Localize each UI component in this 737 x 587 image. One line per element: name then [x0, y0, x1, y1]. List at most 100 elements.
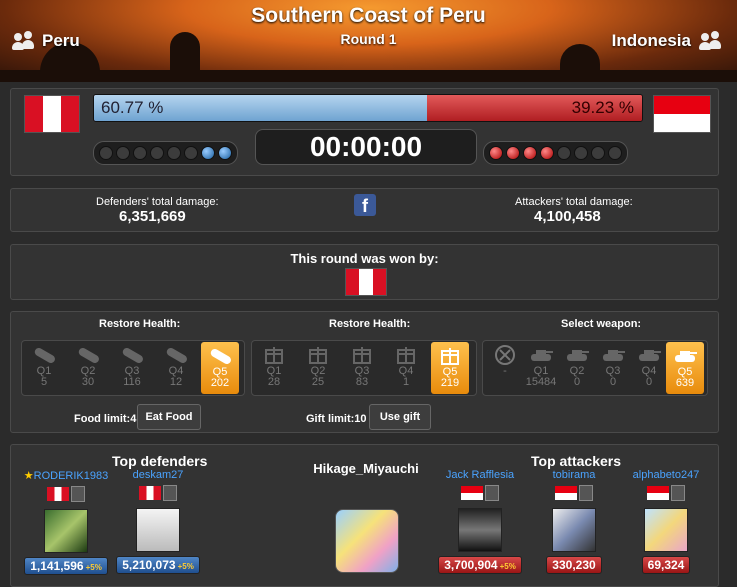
attackers-damage-value: 4,100,458 [534, 208, 601, 225]
item-count: 83 [355, 376, 369, 388]
peru-flag [47, 486, 69, 501]
attacker-card-2[interactable]: tobirama 330,230 [529, 469, 619, 574]
item-count: 28 [267, 376, 281, 388]
tank-icon [635, 344, 663, 364]
defender-card-1[interactable]: ★RODERIK1983 1,141,596 +5% [21, 469, 111, 575]
bread-icon [74, 344, 102, 364]
item-count: 639 [675, 377, 695, 389]
restore-food-title: Restore Health: [99, 318, 181, 330]
battle-header: Southern Coast of Peru Round 1 Peru Indo… [0, 0, 737, 82]
gift-item[interactable]: Q5 219 [431, 342, 469, 394]
round-dot [540, 146, 554, 160]
fighter-name[interactable]: tobirama [553, 469, 596, 481]
weapon-item[interactable]: - [486, 341, 524, 395]
round-dot [201, 146, 215, 160]
avatar[interactable] [136, 508, 180, 552]
round-dot [591, 146, 605, 160]
defenders-damage-label: Defenders' total damage: [96, 196, 219, 208]
gift-icon [260, 344, 288, 364]
attacker-card-3[interactable]: alphabeto247 69,324 [621, 469, 711, 574]
weapon-item[interactable]: Q4 0 [630, 341, 668, 395]
rank-icon [671, 484, 685, 501]
restore-gift-title: Restore Health: [329, 318, 411, 330]
item-count: 202 [210, 377, 230, 389]
food-item[interactable]: Q5 202 [201, 342, 239, 394]
battle-title: Southern Coast of Peru [251, 4, 486, 27]
round-winner-text: This round was won by: [290, 251, 439, 266]
fighter-name[interactable]: RODERIK1983 [34, 470, 109, 482]
avatar[interactable] [644, 508, 688, 552]
item-count: 5 [40, 376, 48, 388]
round-dot [523, 146, 537, 160]
attacker-card-1[interactable]: Jack Rafflesia 3,700,904 +5% [435, 469, 525, 574]
damage-value: 3,700,904 [444, 558, 498, 572]
weapon-item[interactable]: Q1 15484 [522, 341, 560, 395]
rank-icon [163, 484, 177, 501]
gift-selector: Q1 28 Q2 25 Q3 83 Q4 1 Q5 219 [251, 340, 477, 396]
tank-icon [527, 344, 555, 364]
gift-icon [348, 344, 376, 364]
fighter-damage: 5,210,073 +5% [116, 556, 200, 574]
fighter-name[interactable]: Jack Rafflesia [446, 469, 514, 481]
indonesia-flag [555, 485, 577, 500]
top-defenders-title: Top defenders [112, 453, 208, 469]
gift-item[interactable]: Q1 28 [255, 341, 293, 395]
fighter-name[interactable]: alphabeto247 [633, 469, 700, 481]
eat-food-button[interactable]: Eat Food [137, 404, 201, 430]
attacker-country[interactable]: Indonesia [612, 31, 721, 51]
player-name[interactable]: Hikage_Miyauchi [301, 461, 431, 476]
use-gift-button[interactable]: Use gift [369, 404, 431, 430]
bread-icon [30, 344, 58, 364]
fighter-damage: 69,324 [641, 556, 691, 574]
indonesia-flag [647, 485, 669, 500]
avatar[interactable] [552, 508, 596, 552]
food-item[interactable]: Q4 12 [157, 341, 195, 395]
item-count: 0 [609, 376, 617, 388]
round-dot [150, 146, 164, 160]
defender-country[interactable]: Peru [12, 31, 80, 51]
item-count: 12 [169, 376, 183, 388]
food-item[interactable]: Q3 116 [113, 341, 151, 395]
attacker-percent: 39.23 % [571, 98, 634, 117]
avatar[interactable] [44, 509, 88, 553]
bonus-badge: +5% [499, 562, 516, 571]
defender-percent: 60.77 % [101, 98, 164, 117]
domination-panel: 60.77 % 39.23 % 00:00:00 [10, 88, 719, 176]
rank-icon [71, 485, 85, 502]
rank-icon [485, 484, 499, 501]
damage-value: 5,210,073 [122, 558, 176, 572]
gift-limit: Gift limit:10 [306, 413, 367, 425]
domination-bar: 60.77 % 39.23 % [93, 94, 643, 122]
fighter-damage: 3,700,904 +5% [438, 556, 522, 574]
avatar[interactable] [458, 508, 502, 552]
bonus-badge: +5% [85, 563, 102, 572]
facebook-icon[interactable]: f [354, 194, 376, 216]
damage-value: 1,141,596 [30, 559, 84, 573]
damage-value: 69,324 [647, 558, 685, 572]
player-avatar[interactable] [335, 509, 399, 573]
food-item[interactable]: Q1 5 [25, 341, 63, 395]
weapon-item[interactable]: Q5 639 [666, 342, 704, 394]
weapon-item[interactable]: Q3 0 [594, 341, 632, 395]
round-dot [218, 146, 232, 160]
round-dot [557, 146, 571, 160]
peru-flag [139, 485, 161, 500]
food-item[interactable]: Q2 30 [69, 341, 107, 395]
bread-icon [118, 344, 146, 364]
gift-item[interactable]: Q4 1 [387, 341, 425, 395]
gift-item[interactable]: Q2 25 [299, 341, 337, 395]
top-fighters-panel: Top defenders Top attackers Hikage_Miyau… [10, 444, 719, 587]
item-count: 1 [402, 376, 410, 388]
people-icon [12, 31, 34, 51]
fighter-name[interactable]: deskam27 [133, 469, 184, 481]
round-dot [167, 146, 181, 160]
item-count: 25 [311, 376, 325, 388]
gift-item[interactable]: Q3 83 [343, 341, 381, 395]
weapon-item[interactable]: Q2 0 [558, 341, 596, 395]
gift-icon [304, 344, 332, 364]
defender-country-name: Peru [42, 31, 80, 50]
indonesia-flag [461, 485, 483, 500]
round-dot [489, 146, 503, 160]
defender-card-2[interactable]: deskam27 5,210,073 +5% [113, 469, 203, 574]
defenders-damage-value: 6,351,669 [119, 208, 186, 225]
